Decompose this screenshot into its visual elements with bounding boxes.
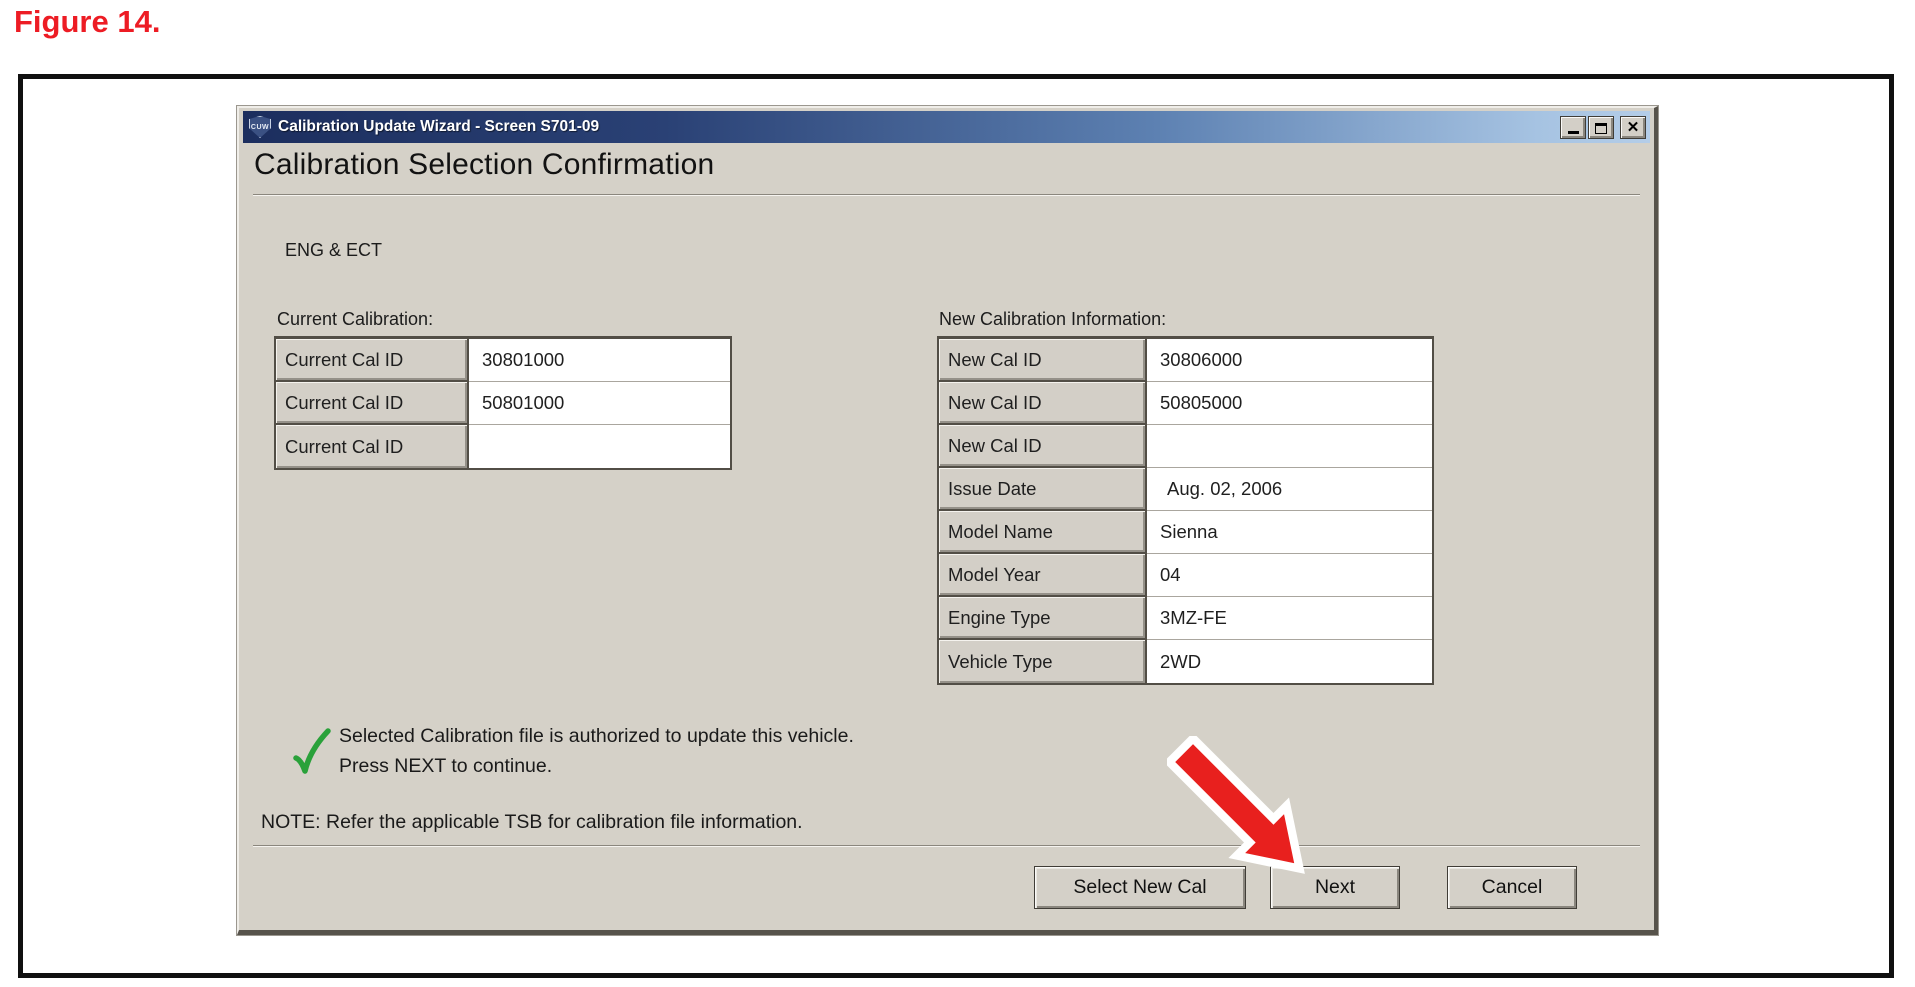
maximize-button[interactable] (1588, 116, 1614, 139)
button-row-divider (253, 845, 1640, 847)
minimize-button[interactable] (1560, 116, 1586, 139)
red-arrow-icon (1167, 736, 1309, 878)
table-row-value: 30801000 (469, 339, 730, 382)
table-row-label: Vehicle Type (939, 640, 1147, 683)
table-row-value (1147, 425, 1432, 468)
current-calibration-table: Current Cal ID 30801000 Current Cal ID 5… (274, 336, 732, 470)
status-instruction: Press NEXT to continue. (339, 755, 552, 778)
table-row-label: New Cal ID (939, 425, 1147, 468)
new-calibration-table: New Cal ID 30806000 New Cal ID 50805000 … (937, 336, 1434, 685)
table-row-label: Current Cal ID (276, 425, 469, 468)
table-row-label: Model Year (939, 554, 1147, 597)
table-row-label: Current Cal ID (276, 339, 469, 382)
table-row-label: New Cal ID (939, 339, 1147, 382)
table-row-value: Aug. 02, 2006 (1147, 468, 1432, 511)
window-titlebar[interactable]: CUW Calibration Update Wizard - Screen S… (243, 111, 1650, 143)
table-row-value: 04 (1147, 554, 1432, 597)
window-title: Calibration Update Wizard - Screen S701-… (278, 118, 599, 136)
window-controls: ✕ (1560, 116, 1646, 139)
heading-divider (253, 194, 1640, 196)
table-row-value: 3MZ-FE (1147, 597, 1432, 640)
table-row-value: 30806000 (1147, 339, 1432, 382)
table-row-value: 50801000 (469, 382, 730, 425)
close-button[interactable]: ✕ (1620, 116, 1646, 139)
table-row-label: Issue Date (939, 468, 1147, 511)
note-text: NOTE: Refer the applicable TSB for calib… (261, 811, 803, 834)
status-message: Selected Calibration file is authorized … (339, 725, 854, 748)
select-new-cal-button[interactable]: Select New Cal (1034, 866, 1246, 909)
table-row-label: Current Cal ID (276, 382, 469, 425)
close-icon: ✕ (1627, 118, 1640, 136)
new-calibration-title: New Calibration Information: (939, 309, 1166, 330)
table-row-value: 50805000 (1147, 382, 1432, 425)
table-row-value: Sienna (1147, 511, 1432, 554)
cancel-button[interactable]: Cancel (1447, 866, 1577, 909)
green-check-icon (291, 726, 335, 778)
maximize-icon (1595, 123, 1607, 134)
calibration-update-wizard-window: CUW Calibration Update Wizard - Screen S… (237, 106, 1658, 935)
page-title: Calibration Selection Confirmation (254, 148, 714, 182)
table-row-label: Model Name (939, 511, 1147, 554)
ecu-type-label: ENG & ECT (285, 240, 382, 261)
cuw-shield-icon: CUW (249, 116, 271, 138)
figure-caption: Figure 14. (14, 4, 160, 40)
table-row-label: Engine Type (939, 597, 1147, 640)
current-calibration-title: Current Calibration: (277, 309, 433, 330)
table-row-label: New Cal ID (939, 382, 1147, 425)
minimize-icon (1568, 131, 1579, 134)
table-row-value (469, 425, 730, 468)
table-row-value: 2WD (1147, 640, 1432, 683)
next-button[interactable]: Next (1270, 866, 1400, 909)
